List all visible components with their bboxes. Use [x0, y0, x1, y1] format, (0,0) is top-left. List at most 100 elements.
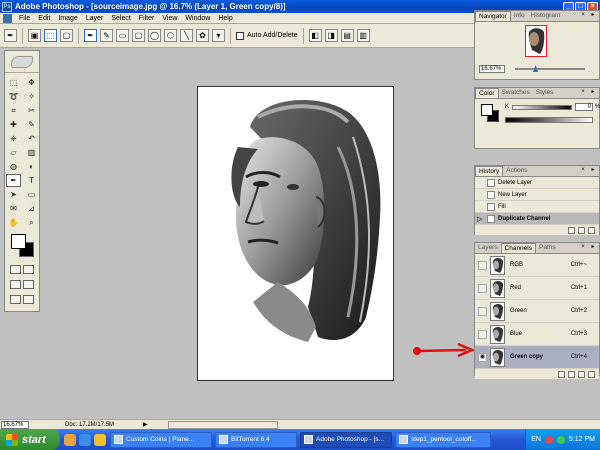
notes-icon[interactable]: ✉: [6, 202, 21, 215]
taskbar-button-bittorrent[interactable]: BitTorrent 6.4: [215, 431, 297, 448]
clone-stamp-icon[interactable]: ⎈: [6, 132, 21, 145]
new-snapshot-icon[interactable]: [578, 226, 585, 234]
navigator-zoom-slider[interactable]: [515, 68, 585, 70]
menu-view[interactable]: View: [158, 15, 181, 22]
firefox-icon[interactable]: [64, 433, 76, 446]
history-item[interactable]: Delete Layer: [475, 177, 599, 189]
menu-help[interactable]: Help: [214, 15, 236, 22]
visibility-eye-icon[interactable]: [478, 329, 487, 339]
blur-icon[interactable]: ◍: [6, 160, 21, 173]
standard-screen-mode-icon[interactable]: [10, 280, 21, 289]
channel-row[interactable]: RGB Ctrl+~: [475, 254, 599, 277]
panel-close-icon[interactable]: ×: [579, 89, 587, 96]
shape-options-dropdown[interactable]: ▾: [212, 29, 225, 42]
history-item-selected[interactable]: ▷ Duplicate Channel: [475, 213, 599, 225]
rectangle-icon[interactable]: ▭: [116, 29, 129, 42]
tray-app-icon[interactable]: [544, 435, 553, 444]
panel-menu-icon[interactable]: ▸: [589, 12, 597, 19]
language-indicator[interactable]: EN: [531, 436, 541, 443]
paths-button[interactable]: ⬚: [44, 29, 57, 42]
panel-menu-icon[interactable]: ▸: [589, 167, 597, 174]
fill-pixels-button[interactable]: ▢: [60, 29, 73, 42]
full-screen-mode-icon[interactable]: [10, 295, 21, 304]
pen-icon[interactable]: ✒: [6, 174, 21, 187]
gradient-icon[interactable]: ▥: [24, 146, 39, 159]
path-select-icon[interactable]: ➤: [6, 188, 21, 201]
magic-wand-icon[interactable]: ✧: [24, 90, 39, 103]
dodge-icon[interactable]: ◐: [24, 160, 39, 173]
tab-info[interactable]: Info: [511, 11, 528, 21]
visibility-eye-icon[interactable]: ◉: [478, 352, 487, 362]
custom-shape-icon[interactable]: ✿: [196, 29, 209, 42]
panel-menu-icon[interactable]: ▸: [589, 89, 597, 96]
delete-channel-icon[interactable]: [588, 370, 595, 378]
shape-icon[interactable]: ▭: [24, 188, 39, 201]
tab-styles[interactable]: Styles: [533, 88, 557, 98]
save-selection-as-channel-icon[interactable]: [568, 370, 575, 378]
line-icon[interactable]: ╲: [180, 29, 193, 42]
tab-history[interactable]: History: [475, 166, 504, 176]
full-screen-menu-mode-icon[interactable]: [23, 280, 34, 289]
document-canvas[interactable]: [197, 86, 394, 381]
visibility-eye-icon[interactable]: [478, 283, 487, 293]
visibility-eye-icon[interactable]: [478, 260, 487, 270]
panel-menu-icon[interactable]: ▸: [589, 244, 597, 251]
quick-mask-mode-icon[interactable]: [23, 265, 34, 274]
k-slider[interactable]: [512, 105, 572, 110]
channel-row[interactable]: Green Ctrl+2: [475, 300, 599, 323]
visibility-eye-icon[interactable]: [478, 306, 487, 316]
navigator-zoom-field[interactable]: 16.67%: [479, 65, 505, 73]
load-channel-as-selection-icon[interactable]: [558, 370, 565, 378]
navigator-thumbnail[interactable]: [525, 25, 547, 57]
color-panel-foreground[interactable]: [481, 104, 493, 116]
menu-layer[interactable]: Layer: [82, 15, 108, 22]
panel-close-icon[interactable]: ×: [579, 12, 587, 19]
rounded-rectangle-icon[interactable]: ▢: [132, 29, 145, 42]
eraser-icon[interactable]: ▱: [6, 146, 21, 159]
ie-icon[interactable]: [79, 433, 91, 446]
menu-window[interactable]: Window: [181, 15, 214, 22]
tab-layers[interactable]: Layers: [475, 243, 501, 253]
auto-add-delete-checkbox[interactable]: [236, 31, 244, 40]
messenger-icon[interactable]: [94, 433, 106, 446]
delete-state-icon[interactable]: [588, 226, 595, 234]
zoom-icon[interactable]: ⌕: [24, 216, 39, 229]
channel-row[interactable]: Blue Ctrl+3: [475, 323, 599, 346]
panel-close-icon[interactable]: ×: [579, 244, 587, 251]
ellipse-icon[interactable]: ◯: [148, 29, 161, 42]
channel-row[interactable]: Red Ctrl+1: [475, 277, 599, 300]
tab-swatches[interactable]: Swatches: [499, 88, 533, 98]
pen-tool-icon[interactable]: ✒: [84, 29, 97, 42]
hand-icon[interactable]: ✋: [6, 216, 21, 229]
tab-actions[interactable]: Actions: [503, 166, 530, 176]
new-channel-icon[interactable]: [578, 370, 585, 378]
menu-select[interactable]: Select: [107, 15, 134, 22]
menu-filter[interactable]: Filter: [135, 15, 159, 22]
status-menu-arrow-icon[interactable]: ▶: [143, 421, 148, 428]
history-state-slider-icon[interactable]: ▷: [477, 215, 482, 223]
jump-to-imageready-icon[interactable]: [23, 295, 34, 304]
exclude-path-areas-icon[interactable]: ▥: [356, 29, 370, 42]
lasso-icon[interactable]: ➰: [6, 90, 21, 103]
new-document-from-state-icon[interactable]: [568, 226, 575, 234]
history-brush-icon[interactable]: ↶: [24, 132, 39, 145]
shape-layers-button[interactable]: ▣: [28, 29, 41, 42]
add-to-path-area-icon[interactable]: ◧: [308, 29, 322, 42]
intersect-path-areas-icon[interactable]: ▤: [340, 29, 354, 42]
tab-navigator[interactable]: Navigator: [475, 11, 511, 21]
k-value-field[interactable]: 0: [575, 103, 593, 111]
tab-channels[interactable]: Channels: [500, 243, 536, 253]
tab-histogram[interactable]: Histogram: [528, 11, 564, 21]
polygon-icon[interactable]: ⬡: [164, 29, 177, 42]
tool-preset-picker[interactable]: ✒: [4, 29, 17, 42]
panel-close-icon[interactable]: ×: [579, 167, 587, 174]
brush-icon[interactable]: ✎: [24, 118, 39, 131]
channel-row[interactable]: ◉ Green copy Ctrl+4: [475, 346, 599, 369]
menu-image[interactable]: Image: [54, 15, 81, 22]
move-icon[interactable]: ✥: [24, 76, 39, 89]
tray-network-icon[interactable]: [556, 435, 565, 444]
status-zoom-field[interactable]: 16.67%: [1, 420, 29, 429]
taskbar-button-photoshop[interactable]: Adobe Photoshop - [s...: [300, 431, 392, 448]
menu-edit[interactable]: Edit: [34, 15, 54, 22]
tab-paths[interactable]: Paths: [536, 243, 559, 253]
